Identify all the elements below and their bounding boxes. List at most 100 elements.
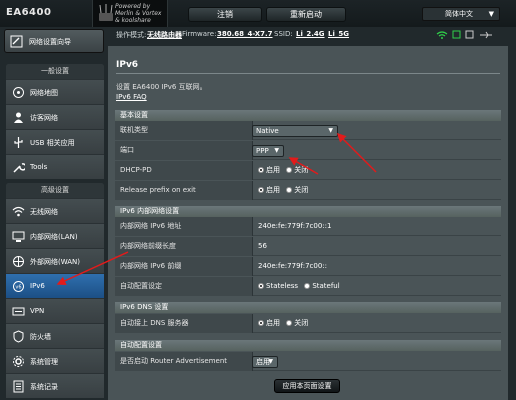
sidebar-item-label: 内部网络(LAN)	[30, 233, 78, 241]
mode-value[interactable]: 无线路由器	[147, 30, 182, 40]
router-logo-icon	[99, 4, 113, 21]
sidebar-item-wan[interactable]: 外部网络(WAN)	[6, 248, 104, 273]
usb-icon	[480, 31, 492, 39]
chevron-down-icon: ▼	[274, 147, 279, 154]
radio-label: 关闭	[294, 319, 309, 327]
lan-icon	[12, 231, 25, 242]
section-dns: IPv6 DNS 设置	[115, 302, 501, 313]
sidebar-item-label: Tools	[30, 163, 48, 171]
sidebar-item-label: 网络地图	[30, 89, 58, 97]
sidebar-item-label: VPN	[30, 307, 45, 315]
radio-label: 关闭	[294, 166, 309, 174]
radio-label: 启用	[266, 186, 280, 194]
chevron-down-icon: ▼	[268, 358, 273, 365]
section-auto: 自动配置设置	[115, 340, 501, 351]
lan-address-value: 240e:fe:779f:7c00::1	[258, 222, 332, 230]
prefix-length-label: 内部网络前缀长度	[115, 237, 253, 256]
network-icon	[452, 30, 461, 39]
reboot-button[interactable]: 重新启动	[266, 7, 346, 22]
svg-text:v6: v6	[15, 285, 21, 291]
log-icon	[13, 380, 24, 393]
firmware-value[interactable]: 380.68_4-X7.7	[217, 30, 273, 38]
prefix-length-value: 56	[258, 242, 267, 250]
stateful-radio[interactable]	[304, 283, 311, 289]
wireless-icon	[12, 206, 25, 217]
brand-text: Merlin & Vortex	[115, 10, 162, 17]
sidebar-item-label: 访客网络	[30, 114, 58, 122]
row-autoconf: 自动配置设定 Stateless Stateful	[115, 277, 501, 296]
page-title: IPv6	[116, 60, 139, 70]
apply-button[interactable]: 应用本页面设置	[274, 379, 340, 393]
sidebar-item-guest-network[interactable]: 访客网络	[6, 104, 104, 129]
sidebar-item-firewall[interactable]: 防火墙	[6, 323, 104, 348]
sidebar-item-label: 系统记录	[30, 383, 58, 391]
dns-disable-radio[interactable]	[286, 320, 293, 326]
dns-enable-radio[interactable]	[258, 320, 264, 326]
advanced-settings-group: 高级设置 无线网络 内部网络(LAN) 外部网络(WAN) v6 IPv6 VP…	[6, 183, 104, 398]
guest-network-icon	[14, 112, 23, 123]
connection-type-value: Native	[256, 127, 279, 135]
connection-type-select[interactable]: Native ▼	[252, 125, 338, 137]
dhcp-pd-disable-radio[interactable]	[286, 167, 293, 173]
sidebar-item-label: 无线网络	[30, 208, 58, 216]
radio-label: 启用	[266, 166, 280, 174]
general-settings-group: 一般设置 网络地图 访客网络 USB 相关应用 Tools	[6, 64, 104, 179]
sidebar-item-vpn[interactable]: VPN	[6, 298, 104, 323]
brand-logo: Powered by Merlin & Vortex & koolshare	[92, 0, 168, 27]
sidebar-item-tools[interactable]: Tools	[6, 154, 104, 179]
ra-select[interactable]: 启用 ▼	[252, 356, 278, 368]
wizard-icon	[10, 35, 23, 48]
ipv6-icon: v6	[13, 281, 24, 292]
network-map-icon	[13, 87, 24, 98]
brand-text: Powered by	[115, 3, 151, 10]
sidebar-item-admin[interactable]: 系统管理	[6, 348, 104, 373]
sidebar-item-network-map[interactable]: 网络地图	[6, 79, 104, 104]
sidebar-item-ipv6[interactable]: v6 IPv6	[6, 273, 104, 298]
section-lan: IPv6 内部网络设置	[115, 206, 501, 217]
ssid-label: SSID:	[274, 30, 293, 38]
sidebar-item-label: USB 相关应用	[30, 139, 75, 147]
quick-setup-label: 网络设置向导	[29, 38, 71, 46]
language-select[interactable]: 简体中文 ▼	[422, 7, 500, 21]
usb-status-icon	[465, 30, 474, 39]
status-bar: 操作模式: 无线路由器 Firmware: 380.68_4-X7.7 SSID…	[110, 28, 510, 42]
sidebar-item-usb[interactable]: USB 相关应用	[6, 129, 104, 154]
usb-icon	[14, 137, 23, 148]
radio-label: 关闭	[294, 186, 309, 194]
wifi-icon	[436, 31, 448, 39]
sidebar-item-label: 系统管理	[30, 358, 58, 366]
divider	[116, 73, 500, 74]
dns-auto-label: 自动接上 DNS 服务器	[115, 314, 253, 333]
page-description: 设置 EA6400 IPv6 互联网。	[116, 83, 207, 91]
ssid-value[interactable]: Li_2.4G	[296, 30, 325, 38]
radio-label: Stateful	[312, 282, 340, 290]
general-settings-title: 一般设置	[6, 64, 104, 79]
faq-link[interactable]: IPv6 FAQ	[116, 93, 147, 101]
main-panel: IPv6 设置 EA6400 IPv6 互联网。 IPv6 FAQ 基本设置 联…	[108, 46, 508, 400]
ssid-value[interactable]: Li_5G	[328, 30, 349, 38]
quick-setup-button[interactable]: 网络设置向导	[4, 29, 104, 53]
section-basic: 基本设置	[115, 110, 501, 121]
sidebar-item-lan[interactable]: 内部网络(LAN)	[6, 223, 104, 248]
sidebar-item-wireless[interactable]: 无线网络	[6, 198, 104, 223]
advanced-settings-title: 高级设置	[6, 183, 104, 198]
interface-select[interactable]: PPP ▼	[252, 145, 284, 157]
lan-prefix-label: 内部网络 IPv6 前缀	[115, 257, 253, 276]
sidebar-item-label: IPv6	[30, 282, 45, 290]
radio-label: 启用	[266, 319, 280, 327]
brand-text: & koolshare	[115, 17, 151, 24]
release-prefix-enable-radio[interactable]	[258, 187, 264, 193]
sidebar-item-log[interactable]: 系统记录	[6, 373, 104, 398]
tools-icon	[13, 163, 25, 173]
lan-prefix-value: 240e:fe:779f:7c00::	[258, 262, 328, 270]
logout-button[interactable]: 注销	[188, 7, 262, 22]
top-bar: EA6400 Powered by Merlin & Vortex & kool…	[0, 0, 516, 27]
ra-label: 是否启动 Router Advertisement	[115, 352, 253, 371]
interface-value: PPP	[256, 147, 269, 155]
model-name: EA6400	[6, 7, 52, 18]
release-prefix-disable-radio[interactable]	[286, 187, 293, 193]
dhcp-pd-enable-radio[interactable]	[258, 167, 264, 173]
stateless-radio[interactable]	[258, 283, 264, 289]
row-router-advertisement: 是否启动 Router Advertisement 启用 ▼	[115, 352, 501, 371]
row-release-prefix: Release prefix on exit 启用 关闭	[115, 181, 501, 200]
